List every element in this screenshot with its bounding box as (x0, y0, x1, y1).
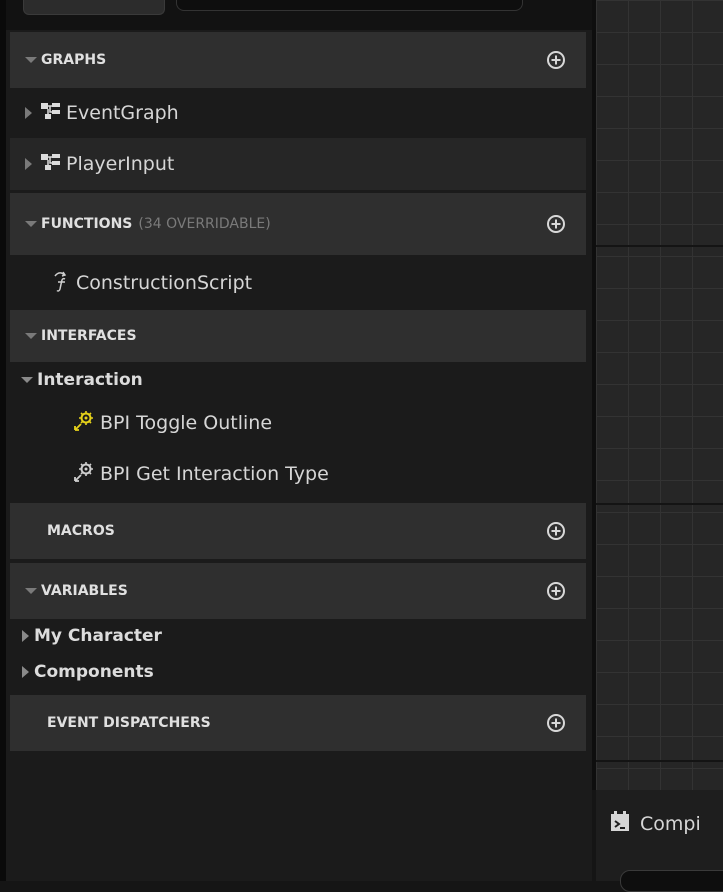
expand-arrow-icon[interactable] (22, 666, 29, 678)
category-title: MACROS (47, 523, 115, 539)
interface-function-icon (72, 409, 96, 438)
interface-item-bpi-toggle-outline[interactable]: BPI Toggle Outline (10, 398, 586, 448)
function-item-constructionscript[interactable]: ConstructionScript (10, 255, 586, 310)
category-title: EVENT DISPATCHERS (47, 715, 211, 731)
grid-major-line (596, 760, 723, 762)
compiler-results-panel: Compi (596, 790, 723, 892)
compiler-results-tab[interactable]: Compi (610, 810, 701, 837)
graph-item-label: PlayerInput (66, 153, 175, 175)
compiler-results-icon (610, 810, 630, 837)
panel-toolbar (6, 0, 592, 30)
variable-group-my-character[interactable]: My Character (10, 622, 586, 650)
variable-group-components[interactable]: Components (10, 658, 586, 686)
search-input[interactable] (176, 0, 523, 11)
interface-item-label: BPI Get Interaction Type (100, 463, 329, 485)
collapse-arrow-icon[interactable] (25, 333, 37, 339)
add-event-dispatcher-button[interactable] (546, 713, 566, 733)
compiler-results-label: Compi (640, 812, 701, 835)
interface-item-label: BPI Toggle Outline (100, 412, 273, 434)
interface-group-interaction[interactable]: Interaction (10, 366, 586, 394)
compiler-filter-input[interactable] (620, 870, 723, 892)
collapse-arrow-icon[interactable] (21, 377, 33, 383)
graph-item-eventgraph[interactable]: EventGraph (10, 88, 586, 138)
function-item-label: ConstructionScript (76, 271, 253, 294)
graph-item-playerinput[interactable]: PlayerInput (10, 138, 586, 190)
plus-circle-icon (547, 522, 565, 540)
add-function-button[interactable] (546, 214, 566, 234)
collapse-arrow-icon[interactable] (25, 221, 37, 227)
category-graphs[interactable]: GRAPHS (10, 32, 586, 88)
category-macros[interactable]: MACROS (10, 503, 586, 559)
add-graph-button[interactable] (546, 50, 566, 70)
graph-editor-canvas[interactable] (592, 0, 723, 790)
interface-function-icon (72, 460, 96, 489)
plus-circle-icon (547, 714, 565, 732)
interface-item-bpi-get-interaction-type[interactable]: BPI Get Interaction Type (10, 448, 586, 500)
expand-arrow-icon[interactable] (25, 158, 32, 170)
plus-circle-icon (547, 51, 565, 69)
category-title: GRAPHS (41, 52, 107, 68)
category-event-dispatchers[interactable]: EVENT DISPATCHERS (10, 695, 586, 751)
category-interfaces[interactable]: INTERFACES (10, 310, 586, 362)
expand-arrow-icon[interactable] (25, 107, 32, 119)
grid-major-line (596, 503, 723, 505)
category-functions[interactable]: FUNCTIONS (34 OVERRIDABLE) (10, 193, 586, 255)
category-subtitle: (34 OVERRIDABLE) (138, 216, 271, 232)
collapse-arrow-icon[interactable] (25, 57, 37, 63)
variable-group-label: Components (34, 662, 154, 682)
category-variables[interactable]: VARIABLES (10, 563, 586, 619)
plus-circle-icon (547, 215, 565, 233)
add-new-button[interactable] (23, 0, 165, 15)
grid-major-line (596, 245, 723, 247)
variable-group-label: My Character (34, 626, 162, 646)
graph-item-label: EventGraph (66, 102, 179, 124)
category-title: FUNCTIONS (41, 216, 133, 232)
category-title: INTERFACES (41, 328, 137, 344)
interface-group-label: Interaction (37, 370, 143, 390)
expand-arrow-icon[interactable] (22, 630, 29, 642)
add-macro-button[interactable] (546, 521, 566, 541)
function-icon (50, 268, 72, 297)
event-graph-icon (40, 101, 62, 126)
collapse-arrow-icon[interactable] (25, 588, 37, 594)
plus-circle-icon (547, 582, 565, 600)
event-graph-icon (40, 152, 62, 177)
category-title: VARIABLES (41, 583, 128, 599)
add-variable-button[interactable] (546, 581, 566, 601)
